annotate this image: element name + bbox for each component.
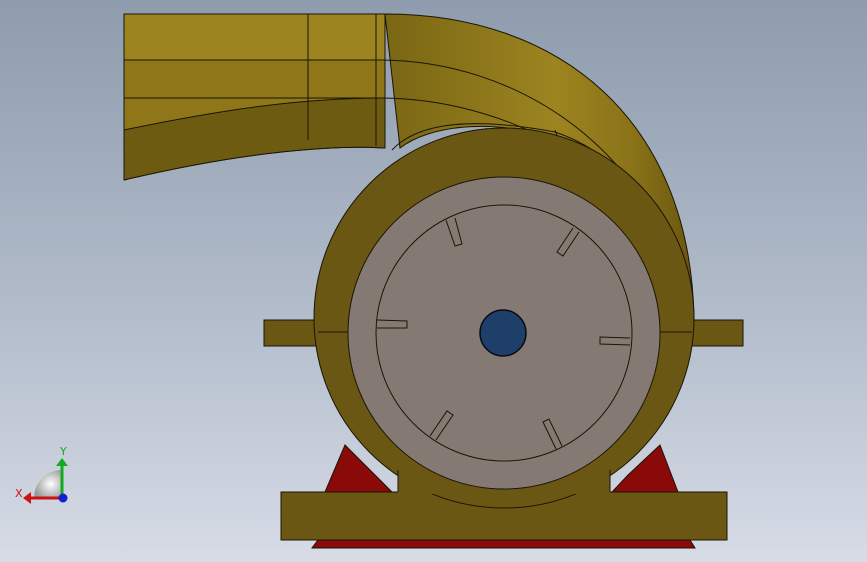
fan-model[interactable] (123, 13, 744, 549)
x-axis-arrowhead (23, 492, 31, 504)
blade-slot (599, 336, 631, 346)
y-axis-arrowhead (56, 458, 68, 466)
z-axis-dot (58, 493, 68, 503)
shaft-hub[interactable] (479, 309, 527, 357)
x-axis-label: X (15, 487, 23, 500)
y-axis-label: Y (59, 445, 67, 458)
blade-slot (376, 319, 408, 329)
outlet-duct-top-band (123, 13, 386, 61)
triad-quarter-disc (34, 470, 62, 498)
bottom-support-strip[interactable] (311, 539, 696, 549)
axis-triad[interactable]: Y X (15, 445, 68, 504)
cad-viewport[interactable]: Y X (0, 0, 867, 562)
